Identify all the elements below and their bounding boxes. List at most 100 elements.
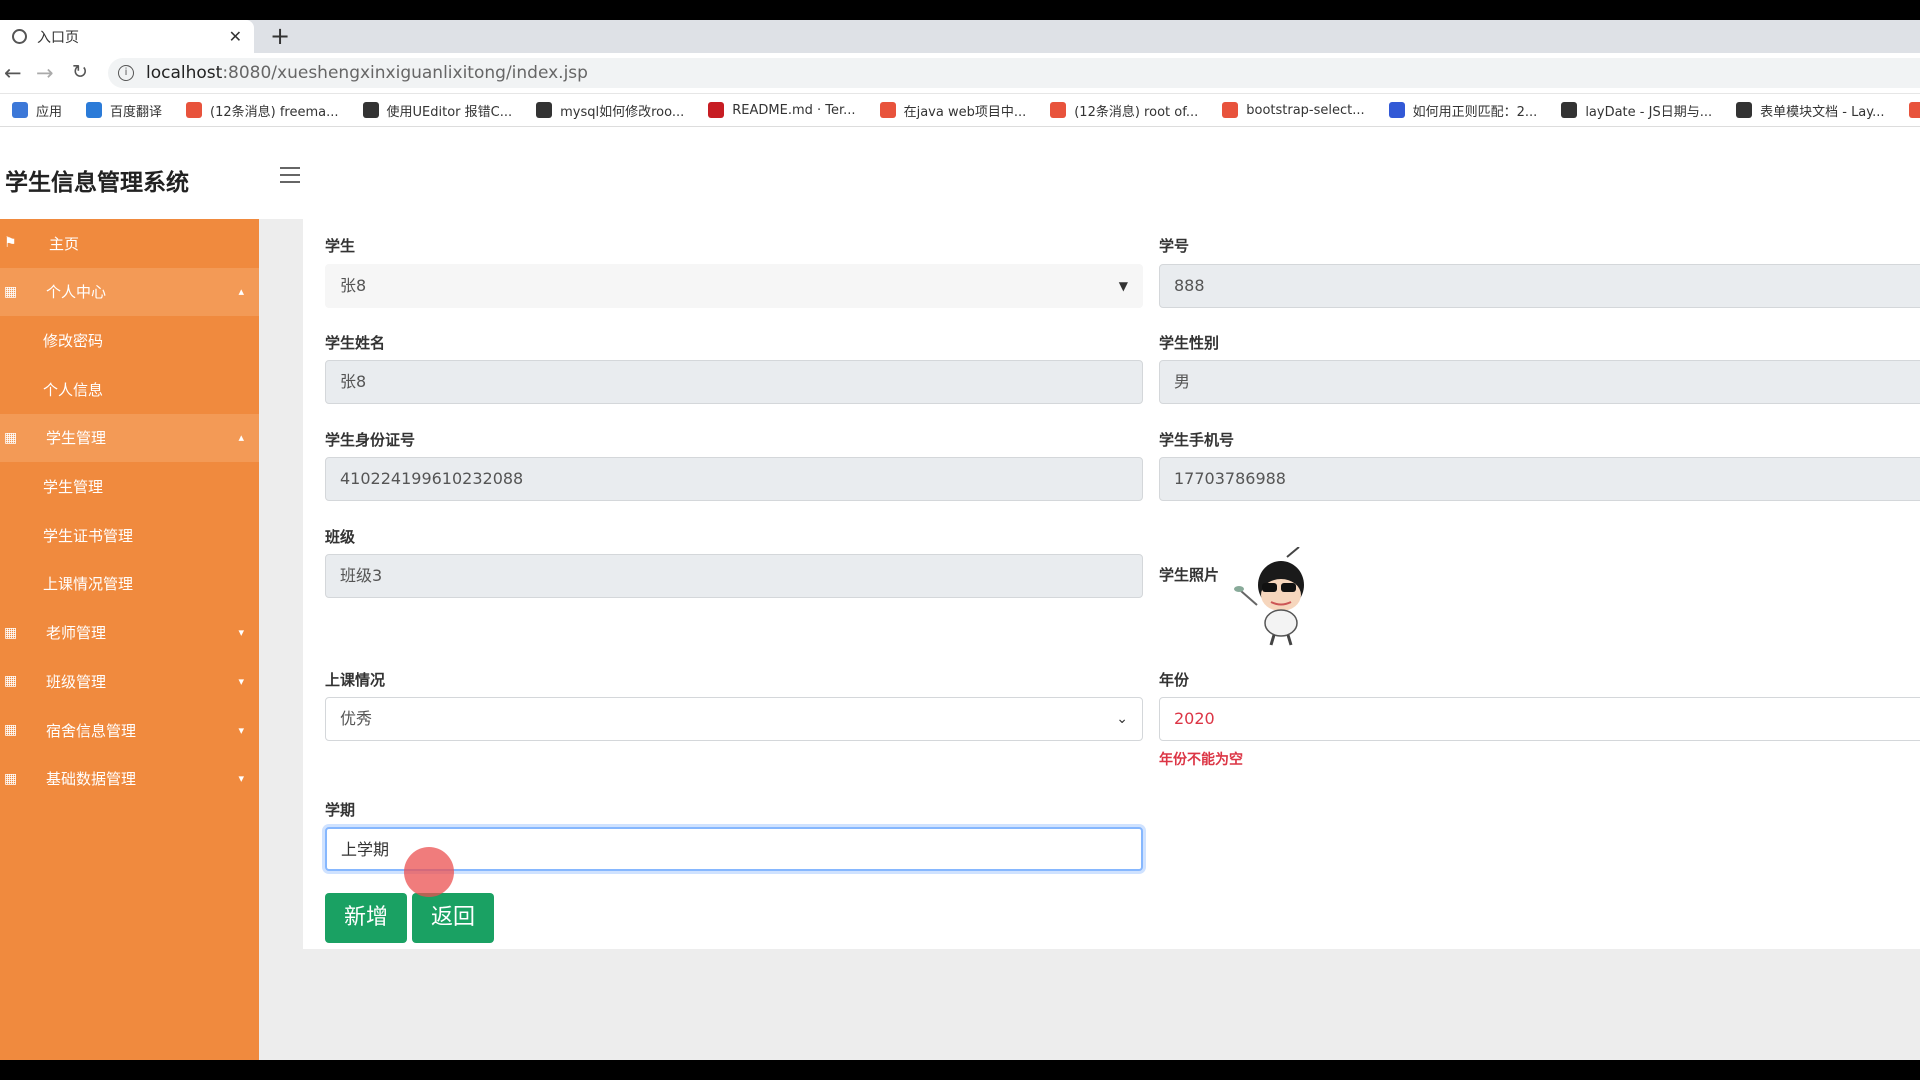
bookmark-item[interactable]: README.md · Ter... <box>708 102 856 118</box>
bookmark-label: mysql如何修改roo... <box>560 104 685 120</box>
bookmark-label: 在java web项目中... <box>903 104 1027 120</box>
bookmark-item[interactable]: (12条消息) freema... <box>186 101 339 120</box>
caret-down-icon: ▾ <box>238 723 244 737</box>
bookmark-label: README.md · Ter... <box>732 102 856 118</box>
form-panel: 学生 张8 ▼ 学号 888 学生姓名 张8 学生性别 男 学生身份证号 410… <box>303 219 1920 949</box>
sidebar-item[interactable]: ▦ 基础数据管理 ▾ <box>0 755 259 803</box>
idcard-label: 学生身份证号 <box>325 431 416 449</box>
attendance-select[interactable]: 优秀 ⌄ <box>325 697 1143 741</box>
back-button[interactable]: 返回 <box>412 893 494 943</box>
sidebar-item[interactable]: 修改密码 <box>0 316 259 364</box>
grid-icon: ▦ <box>4 770 18 787</box>
doc-icon <box>1222 102 1239 118</box>
globe-icon <box>12 29 27 44</box>
term-label: 学期 <box>325 801 356 819</box>
phone-label: 学生手机号 <box>1159 431 1235 449</box>
name-label: 学生姓名 <box>325 334 386 352</box>
baidu-icon <box>1388 102 1405 118</box>
sidebar-item-label: 基础数据管理 <box>46 770 137 789</box>
attendance-select-value: 优秀 <box>340 709 373 728</box>
bookmark-item[interactable]: 百度翻译 <box>86 101 162 120</box>
url-host: localhost <box>146 63 223 83</box>
year-field[interactable]: 2020 <box>1159 697 1920 741</box>
bookmark-label: (12条消息) root of... <box>1074 104 1199 120</box>
new-tab-button[interactable]: + <box>270 22 290 50</box>
sidebar-item[interactable]: 个人信息 <box>0 365 259 413</box>
bookmark-item[interactable]: 使用UEditor 报错C... <box>362 101 513 120</box>
apps-icon <box>12 102 28 118</box>
csdn-icon <box>1908 102 1920 118</box>
wolf-icon <box>362 102 379 118</box>
close-tab-icon[interactable]: ✕ <box>229 27 242 46</box>
translate-icon <box>86 102 103 118</box>
photo-label: 学生照片 <box>1159 566 1220 584</box>
name-field[interactable]: 张8 <box>325 360 1143 404</box>
bookmark-item[interactable]: mysql如何修改roo... <box>536 101 684 120</box>
idcard-field[interactable]: 410224199610232088 <box>325 457 1143 501</box>
grid-icon: ▦ <box>4 624 18 641</box>
student-no-field[interactable]: 888 <box>1159 264 1920 308</box>
url-text: localhost:8080/xueshengxinxiguanlixitong… <box>146 63 588 83</box>
bookmark-item[interactable]: 表单模块文档 - Lay... <box>1736 101 1885 120</box>
browser-tab[interactable]: 入口页 ✕ <box>0 20 254 53</box>
grid-icon: ▦ <box>4 722 18 738</box>
caret-down-icon: ▼ <box>1118 279 1128 293</box>
caret-up-icon: ▴ <box>238 431 244 445</box>
class-field[interactable]: 班级3 <box>325 554 1143 598</box>
sidebar-item[interactable]: 学生证书管理 <box>0 511 259 559</box>
bookmark-item[interactable]: (12条消息 <box>1908 101 1920 120</box>
sidebar-item-label: 个人中心 <box>46 283 107 302</box>
sidebar-item-label: 学生证书管理 <box>43 526 134 545</box>
bookmark-item[interactable]: layDate - JS日期与... <box>1561 101 1712 120</box>
address-bar[interactable]: i localhost:8080/xueshengxinxiguanlixito… <box>108 58 1920 88</box>
sidebar-item-label: 修改密码 <box>43 331 104 350</box>
bookmark-item[interactable]: 如何用正则匹配：2... <box>1388 101 1537 120</box>
sidebar-item-label: 主页 <box>49 234 80 253</box>
csdn-icon <box>879 102 896 118</box>
reload-icon[interactable]: ↻ <box>72 61 88 83</box>
class-label: 班级 <box>325 528 356 546</box>
sidebar-item[interactable]: ▦ 宿舍信息管理 ▾ <box>0 706 259 754</box>
tab-title: 入口页 <box>37 29 79 46</box>
bookmarks-bar: 应用 百度翻译 (12条消息) freema... 使用UEditor 报错C... m… <box>0 94 1920 127</box>
back-arrow-icon[interactable]: ← <box>4 61 22 85</box>
menu-toggle-icon[interactable] <box>280 167 300 188</box>
student-select-value: 张8 <box>340 276 367 295</box>
wolf-icon <box>536 102 553 118</box>
sidebar-item-label: 班级管理 <box>46 672 107 691</box>
sidebar-item[interactable]: ▦ 老师管理 ▾ <box>0 609 259 657</box>
phone-field[interactable]: 17703786988 <box>1159 457 1920 501</box>
caret-down-icon: ▾ <box>238 772 244 786</box>
sidebar-item[interactable]: 学生管理 <box>0 463 259 511</box>
year-label: 年份 <box>1159 671 1190 689</box>
sidebar-item-label: 学生管理 <box>43 478 104 496</box>
bookmark-item[interactable]: bootstrap-select... <box>1222 102 1365 118</box>
bookmark-item[interactable]: 应用 <box>12 101 62 120</box>
sidebar-item[interactable]: ▦ 班级管理 ▾ <box>0 657 259 705</box>
forward-arrow-icon[interactable]: → <box>36 61 54 85</box>
student-select[interactable]: 张8 ▼ <box>325 264 1143 308</box>
bookmark-item[interactable]: (12条消息) root of... <box>1050 101 1198 120</box>
add-button[interactable]: 新增 <box>325 893 407 943</box>
sidebar-item-label: 学生管理 <box>46 429 107 448</box>
address-toolbar: ← → ↻ i localhost:8080/xueshengxinxiguan… <box>0 53 1920 94</box>
bookmark-item[interactable]: 在java web项目中... <box>879 101 1027 120</box>
csdn-icon <box>1050 102 1067 118</box>
url-path: :8080/xueshengxinxiguanlixitong/index.js… <box>222 63 588 83</box>
attendance-label: 上课情况 <box>325 671 386 689</box>
sidebar-item[interactable]: ▦ 学生管理 ▴ <box>0 413 259 462</box>
bookmark-label: (12条消息) freema... <box>210 104 339 120</box>
sidebar-item-label: 个人信息 <box>43 380 104 399</box>
sidebar-item[interactable]: ▦ 个人中心 ▴ <box>0 267 259 316</box>
sidebar-item-label: 宿舍信息管理 <box>46 721 137 740</box>
bookmark-label: 使用UEditor 报错C... <box>386 104 513 120</box>
gender-field[interactable]: 男 <box>1159 360 1920 404</box>
caret-up-icon: ▴ <box>238 285 244 299</box>
grid-icon: ▦ <box>4 673 18 690</box>
layui-icon <box>1736 102 1753 118</box>
info-icon[interactable]: i <box>118 65 134 81</box>
sidebar-item[interactable]: 上课情况管理 <box>0 560 259 608</box>
sidebar-item-label: 老师管理 <box>46 624 107 643</box>
sidebar-item[interactable]: ⚑ 主页 <box>0 219 259 267</box>
sidebar: ⚑ 主页 ▦ 个人中心 ▴ 修改密码个人信息 ▦ 学生管理 ▴ 学生管理学生证书管理上课情况管理 ▦… <box>0 219 259 1060</box>
